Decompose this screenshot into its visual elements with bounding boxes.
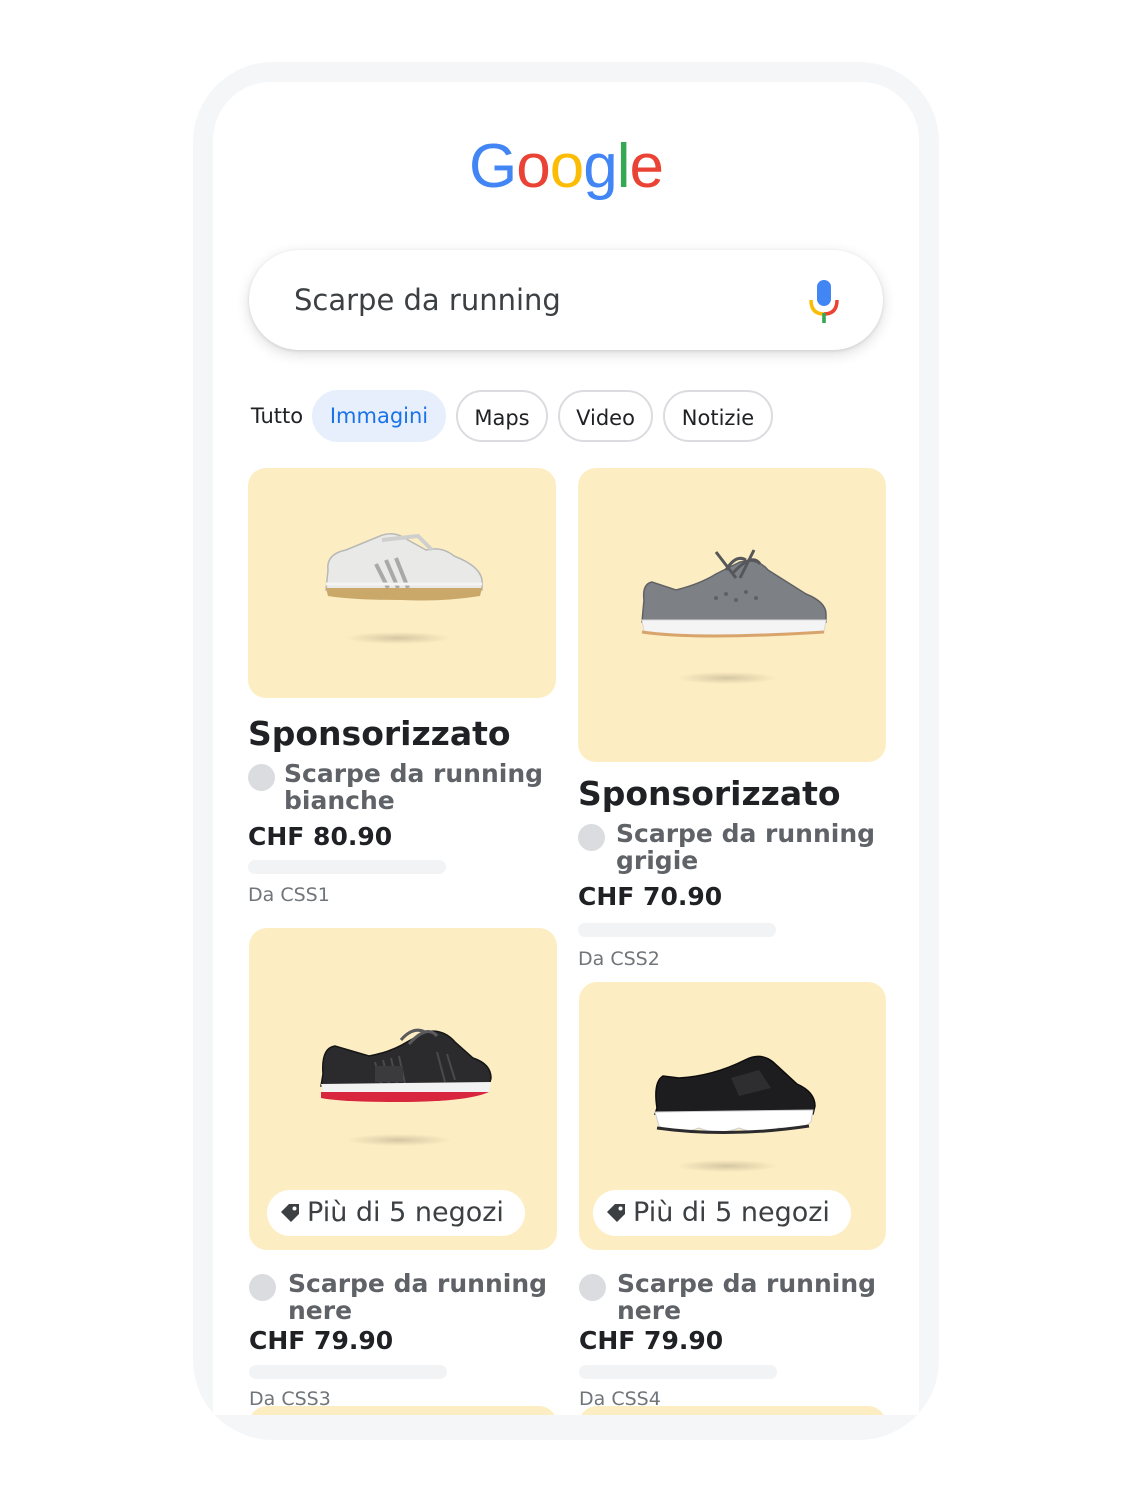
result-price: CHF 70.90 (578, 882, 723, 911)
tab-maps[interactable]: Maps (456, 390, 548, 442)
store-favicon (578, 824, 605, 851)
result-price: CHF 79.90 (249, 1326, 394, 1355)
result-image[interactable] (248, 468, 556, 698)
next-result-card-peek[interactable] (249, 1406, 557, 1415)
result-title-line1: Scarpe da running (284, 759, 544, 788)
rating-placeholder (249, 1365, 447, 1379)
result-price: CHF 79.90 (579, 1326, 724, 1355)
search-input[interactable]: Scarpe da running (294, 278, 561, 322)
white-sneaker-image (325, 533, 483, 601)
store-favicon (249, 1274, 276, 1301)
tab-notizie[interactable]: Notizie (663, 390, 773, 442)
shoe-shadow (678, 672, 776, 684)
store-name[interactable]: Da CSS2 (578, 948, 660, 970)
badge-label: Più di 5 negozi (307, 1197, 504, 1228)
tab-tutto[interactable]: Tutto (249, 390, 305, 442)
result-title[interactable]: Scarpe da running grigie (616, 820, 896, 874)
microphone-icon[interactable] (807, 278, 841, 324)
more-stores-badge[interactable]: Più di 5 negozi (267, 1190, 525, 1236)
shoe-shadow (347, 1134, 451, 1146)
next-result-card-peek[interactable] (579, 1406, 886, 1415)
grey-sneaker-image (641, 549, 827, 638)
shoe-shadow (346, 632, 450, 644)
logo-letter-g2: g (583, 132, 617, 201)
shoe-shadow (677, 1160, 777, 1172)
tab-immagini[interactable]: Immagini (312, 390, 446, 442)
store-name[interactable]: Da CSS1 (248, 884, 330, 906)
result-image[interactable]: Più di 5 negozi (579, 982, 886, 1250)
tag-icon (281, 1204, 299, 1222)
phone-screen: Google Scarpe da running Tutto Immagini … (213, 82, 919, 1415)
store-favicon (579, 1274, 606, 1301)
result-image[interactable] (578, 468, 886, 762)
result-image[interactable]: Più di 5 negozi (249, 928, 557, 1250)
result-title[interactable]: Scarpe da running bianche (284, 760, 564, 814)
black-red-sneaker-image (320, 1028, 492, 1102)
result-title-line1: Scarpe da running (617, 1269, 877, 1298)
logo-letter-l: l (616, 132, 631, 201)
logo-letter-o1: o (516, 132, 550, 201)
tab-video[interactable]: Video (558, 390, 653, 442)
rating-placeholder (248, 860, 446, 874)
black-slip-on-sneaker-image (653, 1055, 816, 1135)
result-title-line2: nere (288, 1296, 353, 1325)
result-title-line2: grigie (616, 846, 699, 875)
logo-letter-o2: o (549, 132, 584, 201)
result-title-line1: Scarpe da running (616, 819, 876, 848)
result-title[interactable]: Scarpe da running nere (617, 1270, 897, 1324)
rating-placeholder (578, 923, 776, 937)
more-stores-badge[interactable]: Più di 5 negozi (593, 1190, 851, 1236)
store-favicon (248, 764, 275, 791)
tag-icon (607, 1204, 625, 1222)
result-price: CHF 80.90 (248, 822, 393, 851)
result-title-line2: bianche (284, 786, 395, 815)
result-title-line1: Scarpe da running (288, 1269, 548, 1298)
logo-letter-e: e (629, 132, 663, 201)
sponsored-label: Sponsorizzato (248, 714, 511, 753)
logo-letter-g1: G (469, 132, 517, 201)
result-title[interactable]: Scarpe da running nere (288, 1270, 568, 1324)
badge-label: Più di 5 negozi (633, 1197, 830, 1228)
rating-placeholder (579, 1365, 777, 1379)
sponsored-label: Sponsorizzato (578, 774, 841, 813)
google-logo: Google (213, 122, 919, 212)
result-title-line2: nere (617, 1296, 682, 1325)
search-bar[interactable]: Scarpe da running (249, 250, 883, 350)
